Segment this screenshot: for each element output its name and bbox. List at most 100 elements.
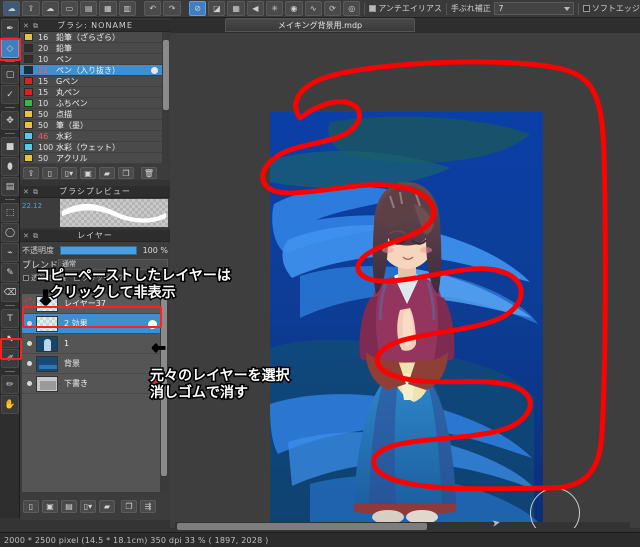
eyedropper-tool[interactable]: ✐ [1,349,19,368]
upload-icon[interactable]: ⇧ [22,1,40,16]
brush-list-item[interactable]: 15 Gペン [20,76,162,87]
no-blend-icon[interactable]: ⊘ [188,1,207,16]
fill-square-tool[interactable]: ■ [1,137,19,156]
save-icon[interactable]: ▤ [80,1,98,16]
left-arrow-icon[interactable]: ◀ [246,1,265,16]
document-title: メイキング背景用.mdp [277,20,363,30]
blend-icon[interactable]: ◪ [208,1,226,16]
duplicate-brush-icon[interactable]: ▯▾ [61,167,77,179]
visibility-toggle[interactable] [22,359,36,369]
document-tab[interactable]: メイキング背景用.mdp [225,18,415,32]
grid-icon[interactable]: ▦ [227,1,245,16]
brush-list-item[interactable]: 50 アクリル [20,153,162,164]
alpha-lock-checkbox[interactable] [23,274,29,281]
lasso-select-tool[interactable]: ◯ [1,223,19,242]
softedge-option[interactable]: ソフトエッジ [582,3,640,14]
new-vector-icon[interactable]: ▤ [61,499,77,513]
new-raster-icon[interactable]: ▣ [42,499,58,513]
select-eraser-tool[interactable]: ⌫ [1,283,19,302]
bucket-fill-tool[interactable]: ⬮ [1,157,19,176]
eraser-tool[interactable]: ◇ [1,39,19,58]
brush-list-item[interactable]: 100 水彩（ウェット） [20,142,162,153]
gradient-tool[interactable]: ▤ [1,177,19,196]
trash-icon[interactable]: 🗑 [141,167,157,179]
hand-tool[interactable]: ✋ [1,395,19,414]
select-pen-tool[interactable]: ✎ [1,263,19,282]
brush-list-item[interactable]: 10 ふちペン [20,98,162,109]
brush-name: 筆（墨） [56,120,88,130]
close-icon[interactable]: ✕ [23,188,29,196]
add-layer-icon[interactable]: ▯▾ [80,499,96,513]
brush-panel-toolbar: ⇪ ▯ ▯▾ ▣ ▰ ❐ 🗑 [20,166,170,180]
folder-icon[interactable]: ▰ [99,167,115,179]
brush-list-item[interactable]: 46 水彩 [20,131,162,142]
brush-tool[interactable]: ✒ [1,19,19,38]
close-icon[interactable]: ✕ [23,22,29,30]
circle-icon[interactable]: ◉ [285,1,303,16]
redo-button[interactable]: ↷ [163,1,181,16]
book-icon[interactable]: ▦ [99,1,117,16]
undo-button[interactable]: ↶ [144,1,162,16]
brush-list-scrollbar[interactable] [162,32,170,164]
layer-row[interactable]: 1 [22,334,162,354]
brush-list-item[interactable]: 15 丸ペン [20,87,162,98]
comment-icon[interactable]: ▭ [60,1,79,16]
gear-icon[interactable] [148,320,157,329]
layer-row-selected[interactable]: 2 効果 [22,314,162,334]
popout-icon[interactable]: ⧉ [33,22,38,31]
cloud-icon[interactable]: ☁ [3,1,21,16]
visibility-toggle[interactable] [22,319,36,329]
popout-icon[interactable]: ⧉ [33,232,38,241]
pen-tool[interactable]: ✓ [1,85,19,104]
merge-layer-icon[interactable]: ⇶ [140,499,156,513]
text-tool[interactable]: T [1,309,19,328]
opacity-slider[interactable] [60,245,137,255]
artwork-canvas[interactable] [270,112,543,527]
brush-list[interactable]: 16 鉛筆（ざらざら） 20 鉛筆 10 ペン 21 ペン（入り抜き） 15 Gペン 15… [20,32,162,164]
operation-tool[interactable]: ⬉ [1,329,19,348]
brush-list-item[interactable]: 10 ペン [20,54,162,65]
scrollbar-thumb[interactable] [177,523,427,530]
layer-thumbnail [36,315,58,332]
copy-icon[interactable]: ❐ [118,167,134,179]
target-icon[interactable]: ◎ [343,1,361,16]
scrollbar-thumb[interactable] [163,40,169,110]
rect-select-tool[interactable]: ⬚ [1,203,19,222]
visibility-toggle[interactable] [22,379,36,389]
layer-list[interactable]: レイヤー37 2 効果 1 背景 下書き [22,294,162,492]
softedge-checkbox[interactable] [582,5,590,12]
visibility-toggle[interactable] [22,339,36,349]
curve-icon[interactable]: ∿ [304,1,322,16]
antialias-option[interactable]: アンチエイリアス [369,3,442,14]
sparkle-icon[interactable]: ✳ [266,1,284,16]
gear-icon[interactable] [151,67,158,74]
duplicate-layer-icon[interactable]: ❐ [121,499,137,513]
refresh-icon[interactable]: ⟳ [323,1,342,16]
magic-wand-tool[interactable]: ⌁ [1,243,19,262]
new-layer-icon[interactable]: ▯ [23,499,39,513]
brush-preview-header: ✕ ⧉ ブラシプレビュー [20,186,170,198]
layer-name: 2 効果 [64,319,88,328]
brush-list-item[interactable]: 16 鉛筆（ざらざら） [20,32,162,43]
page-icon[interactable]: ▥ [118,1,136,16]
new-folder-icon[interactable]: ▰ [99,499,115,513]
brush-list-item[interactable]: 50 筆（墨） [20,120,162,131]
canvas-area[interactable]: ➤ [170,33,640,528]
brush-list-item[interactable]: 50 点描 [20,109,162,120]
close-icon[interactable]: ✕ [23,232,29,240]
pencil-tool[interactable]: ✏ [1,375,19,394]
visibility-toggle[interactable] [22,297,36,310]
layer-row[interactable]: 下書き [22,374,162,394]
cloud-save-icon[interactable]: ☁ [41,1,59,16]
import-icon[interactable]: ⇪ [23,167,39,179]
brush-list-item-selected[interactable]: 21 ペン（入り抜き） [20,65,162,76]
antialias-checkbox[interactable] [369,5,377,12]
stabilizer-select[interactable]: 7 [494,2,574,15]
move-tool[interactable]: ✥ [1,111,19,130]
save-brush-icon[interactable]: ▣ [80,167,96,179]
layer-row[interactable]: 背景 [22,354,162,374]
shape-tool[interactable]: ▢ [1,65,19,84]
brush-list-item[interactable]: 20 鉛筆 [20,43,162,54]
new-brush-icon[interactable]: ▯ [42,167,58,179]
popout-icon[interactable]: ⧉ [33,188,38,197]
